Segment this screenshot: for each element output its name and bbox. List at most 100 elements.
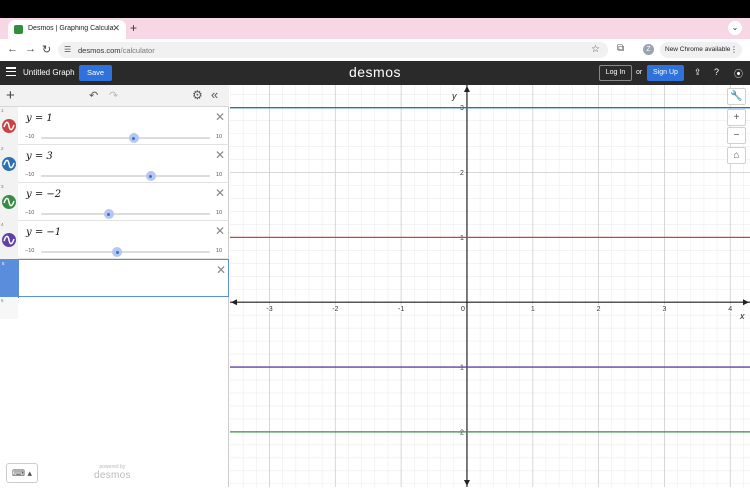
- extensions-icon[interactable]: ⧉: [617, 43, 624, 54]
- expression-number: 2: [1, 146, 4, 151]
- delete-expression-icon[interactable]: ✕: [215, 186, 225, 200]
- zoom-out-icon[interactable]: −: [727, 127, 746, 144]
- desmos-favicon-icon: [14, 25, 23, 34]
- site-info-icon[interactable]: ☰: [64, 45, 71, 54]
- slider-min[interactable]: −10: [25, 210, 34, 216]
- keypad-toggle-button[interactable]: ⌨ ▴: [6, 463, 38, 483]
- expression-input[interactable]: y = 3: [26, 151, 53, 162]
- slider-min[interactable]: −10: [25, 248, 34, 254]
- forward-icon[interactable]: →: [25, 43, 36, 55]
- delete-expression-icon[interactable]: ✕: [216, 263, 226, 277]
- slider-track[interactable]: [41, 137, 210, 139]
- zoom-in-icon[interactable]: +: [727, 109, 746, 126]
- expression-input[interactable]: y = −2: [26, 189, 61, 200]
- bookmark-star-icon[interactable]: ☆: [591, 44, 600, 55]
- x-axis-arrow-right: [743, 299, 749, 306]
- x-tick-label: -2: [332, 306, 338, 313]
- slider-max[interactable]: 10: [216, 134, 222, 140]
- back-icon[interactable]: ←: [7, 43, 18, 55]
- slider-min[interactable]: −10: [25, 134, 34, 140]
- slider-max[interactable]: 10: [216, 172, 222, 178]
- os-top-bar: [0, 0, 750, 18]
- delete-expression-icon[interactable]: ✕: [215, 110, 225, 124]
- slider-thumb[interactable]: [112, 247, 123, 257]
- expression-gutter[interactable]: 3: [0, 183, 18, 221]
- undo-icon[interactable]: ↶: [89, 89, 98, 102]
- slider-max[interactable]: 10: [216, 248, 222, 254]
- y-tick-label: 1: [460, 235, 464, 242]
- tab-search-icon[interactable]: ⌄: [728, 21, 742, 35]
- graph-color-icon[interactable]: [2, 157, 16, 171]
- expression-number: 5: [2, 261, 5, 266]
- expression-row[interactable]: 4 y = −1 ✕ −10 10: [0, 221, 229, 259]
- x-tick-label: 1: [531, 306, 535, 313]
- expression-gutter[interactable]: 2: [0, 145, 18, 183]
- slider-track[interactable]: [41, 213, 210, 215]
- share-icon[interactable]: ⇪: [694, 67, 702, 78]
- expression-gutter[interactable]: 4: [0, 221, 18, 259]
- expression-row[interactable]: 3 y = −2 ✕ −10 10: [0, 183, 229, 221]
- slider-track[interactable]: [41, 175, 210, 177]
- expression-row[interactable]: 5 ✕: [0, 259, 229, 298]
- reload-icon[interactable]: ↻: [42, 43, 51, 56]
- tab-close-icon[interactable]: ✕: [112, 23, 120, 34]
- expression-gutter[interactable]: 1: [0, 107, 18, 145]
- new-tab-button[interactable]: +: [130, 21, 137, 35]
- expression-list: + ↶ ↷ ⚙ « 1 y = 1 ✕ −10 10 2 y = 3 ✕ −10 10 3 y = −…: [0, 85, 229, 487]
- x-tick-label: 4: [728, 306, 732, 313]
- expression-gutter[interactable]: 6: [0, 297, 18, 319]
- expression-number: 1: [1, 108, 4, 113]
- slider-thumb[interactable]: [103, 209, 114, 219]
- expression-row[interactable]: 2 y = 3 ✕ −10 10: [0, 145, 229, 183]
- add-item-icon[interactable]: +: [6, 87, 15, 104]
- powered-by-brand: desmos: [94, 470, 131, 481]
- expression-gutter[interactable]: 5: [1, 260, 19, 298]
- settings-gear-icon[interactable]: ⚙: [192, 88, 203, 102]
- chrome-update-label: New Chrome available: [665, 46, 731, 53]
- powered-by-desmos: powered by desmos: [94, 464, 131, 481]
- expression-input[interactable]: y = −1: [26, 227, 61, 238]
- y-tick-label: -2: [458, 429, 464, 436]
- graph-color-icon[interactable]: [2, 119, 16, 133]
- x-tick-label: 0: [461, 306, 465, 313]
- chrome-update-button[interactable]: New Chrome available ⋮: [660, 42, 742, 58]
- graph-color-icon[interactable]: [2, 195, 16, 209]
- help-icon[interactable]: ?: [714, 67, 719, 77]
- expression-row[interactable]: 1 y = 1 ✕ −10 10: [0, 107, 229, 145]
- more-icon[interactable]: ⋮: [730, 42, 738, 58]
- browser-toolbar: ← → ↻ ☰ desmos.com/calculator ☆ ⧉ Z New …: [0, 39, 750, 61]
- keyboard-icon: ⌨ ▴: [11, 468, 32, 478]
- profile-avatar[interactable]: Z: [643, 44, 654, 55]
- expression-input[interactable]: y = 1: [26, 113, 53, 124]
- url-host: desmos.com: [78, 46, 121, 55]
- graph-settings-wrench-icon[interactable]: 🔧: [727, 88, 746, 105]
- home-zoom-icon[interactable]: ⌂: [727, 147, 746, 164]
- expression-number: 3: [1, 184, 4, 189]
- address-bar[interactable]: ☰ desmos.com/calculator ☆: [58, 42, 608, 58]
- y-axis-arrow-bottom: [463, 480, 470, 486]
- accessibility-icon[interactable]: ⦿: [734, 67, 743, 80]
- expression-toolbar: + ↶ ↷ ⚙ «: [0, 85, 229, 107]
- slider-thumb[interactable]: [145, 171, 156, 181]
- desmos-header: Untitled Graph Save desmos Log In or Sig…: [0, 61, 750, 85]
- delete-expression-icon[interactable]: ✕: [215, 148, 225, 162]
- y-tick-label: -1: [458, 365, 464, 372]
- y-tick-label: 2: [460, 170, 464, 177]
- graph-color-icon[interactable]: [2, 233, 16, 247]
- graph-paper[interactable]: -3 -2 -1 0 1 2 3 4 3 2 1 -1 -2 x y: [229, 85, 750, 487]
- url-text: desmos.com/calculator: [78, 46, 155, 55]
- graph-canvas[interactable]: -3 -2 -1 0 1 2 3 4 3 2 1 -1 -2 x y: [229, 85, 750, 487]
- slider-min[interactable]: −10: [25, 172, 34, 178]
- slider-track[interactable]: [41, 251, 210, 253]
- expression-row[interactable]: 6: [0, 297, 229, 319]
- expression-number: 4: [1, 222, 4, 227]
- signup-button[interactable]: Sign Up: [647, 65, 684, 81]
- redo-icon[interactable]: ↷: [109, 89, 118, 102]
- login-button[interactable]: Log In: [599, 65, 632, 81]
- slider-thumb[interactable]: [128, 133, 139, 143]
- browser-tab[interactable]: Desmos | Graphing Calculator ✕: [8, 20, 126, 39]
- slider-max[interactable]: 10: [216, 210, 222, 216]
- delete-expression-icon[interactable]: ✕: [215, 224, 225, 238]
- collapse-panel-icon[interactable]: «: [211, 87, 218, 102]
- y-tick-label: 3: [460, 105, 464, 112]
